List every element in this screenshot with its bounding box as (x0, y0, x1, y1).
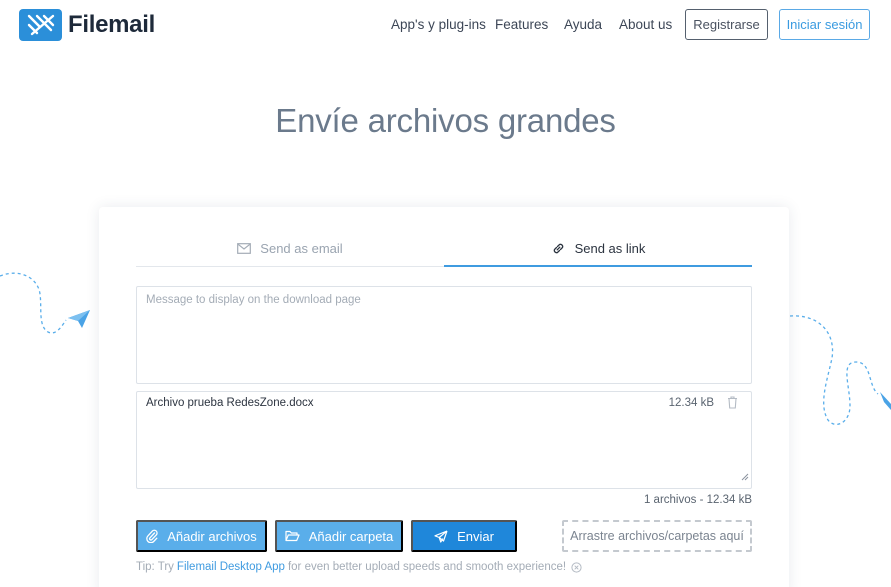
header: Filemail App's y plug-ins Features Ayuda… (0, 0, 891, 52)
page-title: Envíe archivos grandes (275, 102, 616, 139)
tab-send-as-link[interactable]: Send as link (444, 231, 752, 267)
login-button[interactable]: Iniciar sesión (779, 9, 870, 40)
logo[interactable]: Filemail (19, 9, 155, 41)
paper-plane-left-icon (0, 272, 90, 334)
file-name: Archivo prueba RedesZone.docx (146, 397, 314, 409)
paperclip-icon (146, 529, 158, 543)
nav-features[interactable]: Features (495, 17, 548, 32)
logo-text: Filemail (68, 11, 155, 38)
file-item: Archivo prueba RedesZone.docx 12.34 kB (146, 396, 742, 413)
nav-help[interactable]: Ayuda (564, 17, 602, 32)
trash-icon[interactable] (727, 396, 738, 412)
tab-send-as-link-label: Send as link (574, 240, 646, 256)
tip: Tip: Try Filemail Desktop App for even b… (136, 561, 582, 573)
send-mode-tabs: Send as email Send as link (136, 231, 752, 267)
envelope-icon (237, 243, 252, 254)
tab-send-as-email[interactable]: Send as email (136, 231, 444, 267)
logo-mark-icon (19, 9, 62, 41)
desktop-app-link[interactable]: Filemail Desktop App (177, 561, 285, 573)
nav-apps-plugins[interactable]: App's y plug-ins (391, 17, 486, 32)
paper-plane-icon (434, 529, 448, 543)
file-size: 12.34 kB (668, 397, 714, 409)
add-files-label: Añadir archivos (167, 528, 257, 544)
tab-send-as-email-label: Send as email (260, 241, 343, 256)
send-label: Enviar (457, 528, 494, 544)
files-summary: 1 archivos - 12.34 kB (643, 494, 752, 506)
folder-open-icon (285, 530, 300, 542)
send-button[interactable]: Enviar (411, 520, 517, 552)
upload-card: Send as email Send as link Archivo prueb… (99, 207, 789, 587)
tip-suffix: for even better upload speeds and smooth… (287, 561, 567, 573)
paper-plane-right-icon (789, 315, 891, 425)
add-folder-button[interactable]: Añadir carpeta (275, 520, 403, 552)
register-button[interactable]: Registrarse (685, 9, 768, 40)
file-list: Archivo prueba RedesZone.docx 12.34 kB (136, 391, 752, 489)
message-input[interactable] (136, 286, 752, 384)
drop-zone[interactable]: Arrastre archivos/carpetas aquí (562, 520, 752, 552)
link-icon (551, 241, 566, 256)
add-files-button[interactable]: Añadir archivos (136, 520, 267, 552)
nav-about-us[interactable]: About us (619, 17, 672, 32)
add-folder-label: Añadir carpeta (308, 528, 394, 544)
close-icon[interactable] (571, 561, 582, 573)
resize-handle-icon[interactable] (741, 468, 749, 486)
tip-prefix: Tip: Try (136, 561, 174, 573)
